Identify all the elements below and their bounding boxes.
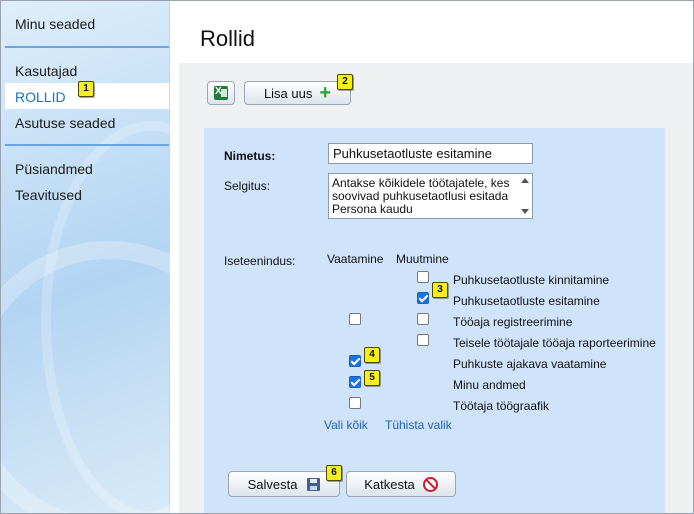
- clear-selection-link[interactable]: Tühista valik: [385, 418, 452, 432]
- column-header-view: Vaatamine: [327, 252, 384, 266]
- cancel-button[interactable]: Katkesta: [346, 471, 456, 497]
- sidebar-item-asutuse-seaded[interactable]: Asutuse seaded: [15, 115, 115, 131]
- permission-view-checkbox[interactable]: [349, 313, 361, 325]
- name-label: Nimetus:: [224, 149, 276, 163]
- sidebar-item-teavitused[interactable]: Teavitused: [15, 187, 82, 203]
- description-label: Selgitus:: [224, 179, 271, 193]
- description-field[interactable]: Antakse kõikidele töötajatele, kes soovi…: [328, 173, 533, 219]
- annotation-badge: 2: [337, 74, 353, 90]
- permission-view-checkbox[interactable]: [349, 397, 361, 409]
- annotation-badge: 6: [326, 465, 342, 481]
- description-text: Antakse kõikidele töötajatele, kes soovi…: [332, 176, 510, 216]
- annotation-badge: 3: [432, 282, 448, 298]
- no-entry-icon: [422, 476, 438, 492]
- permission-label: Teisele töötajale tööaja raporteerimine: [453, 336, 656, 350]
- plus-icon: +: [319, 82, 332, 104]
- scroll-up-icon[interactable]: [521, 178, 529, 183]
- annotation-badge: 1: [78, 81, 94, 97]
- permission-edit-checkbox[interactable]: [417, 334, 429, 346]
- page-title: Rollid: [200, 26, 256, 51]
- select-all-link[interactable]: Vali kõik: [324, 418, 368, 432]
- sidebar-item-pusiandmed[interactable]: Püsiandmed: [15, 161, 93, 177]
- permission-label: Puhkuste ajakava vaatamine: [453, 357, 607, 371]
- permission-label: Puhkusetaotluste kinnitamine: [453, 273, 610, 287]
- permission-view-checkbox[interactable]: [349, 376, 361, 388]
- permission-edit-checkbox[interactable]: [417, 271, 429, 283]
- window: Minu seaded Kasutajad ROLLID Asutuse sea…: [0, 0, 694, 514]
- sidebar-item-kasutajad[interactable]: Kasutajad: [15, 63, 77, 79]
- export-excel-button[interactable]: [207, 81, 235, 105]
- sidebar: Minu seaded Kasutajad ROLLID Asutuse sea…: [1, 1, 261, 513]
- add-new-button[interactable]: Lisa uus +: [244, 81, 351, 105]
- save-label: Salvesta: [247, 476, 298, 492]
- sidebar-item-minu-seaded[interactable]: Minu seaded: [15, 16, 95, 32]
- sidebar-item-rollid[interactable]: ROLLID: [15, 89, 66, 105]
- excel-icon: [214, 86, 228, 100]
- permission-label: Töötaja töögraafik: [453, 399, 550, 413]
- name-field[interactable]: [328, 143, 533, 164]
- annotation-badge: 5: [364, 370, 380, 386]
- permission-label: Puhkusetaotluste esitamine: [453, 294, 600, 308]
- permission-edit-checkbox[interactable]: [417, 313, 429, 325]
- floppy-icon: [307, 477, 321, 491]
- annotation-badge: 4: [364, 347, 380, 363]
- sidebar-divider: [5, 46, 169, 48]
- selfservice-label: Iseteenindus:: [224, 254, 296, 268]
- permission-view-checkbox[interactable]: [349, 355, 361, 367]
- add-new-label: Lisa uus: [263, 85, 313, 101]
- cancel-label: Katkesta: [364, 476, 415, 492]
- permission-label: Minu andmed: [453, 378, 526, 392]
- column-header-edit: Muutmine: [396, 252, 449, 266]
- sidebar-divider: [5, 144, 169, 146]
- permission-label: Tööaja registreerimine: [453, 315, 573, 329]
- save-button[interactable]: Salvesta: [228, 471, 340, 497]
- scroll-down-icon[interactable]: [521, 209, 529, 214]
- permission-edit-checkbox[interactable]: [417, 292, 429, 304]
- description-scrollbar[interactable]: [519, 175, 531, 217]
